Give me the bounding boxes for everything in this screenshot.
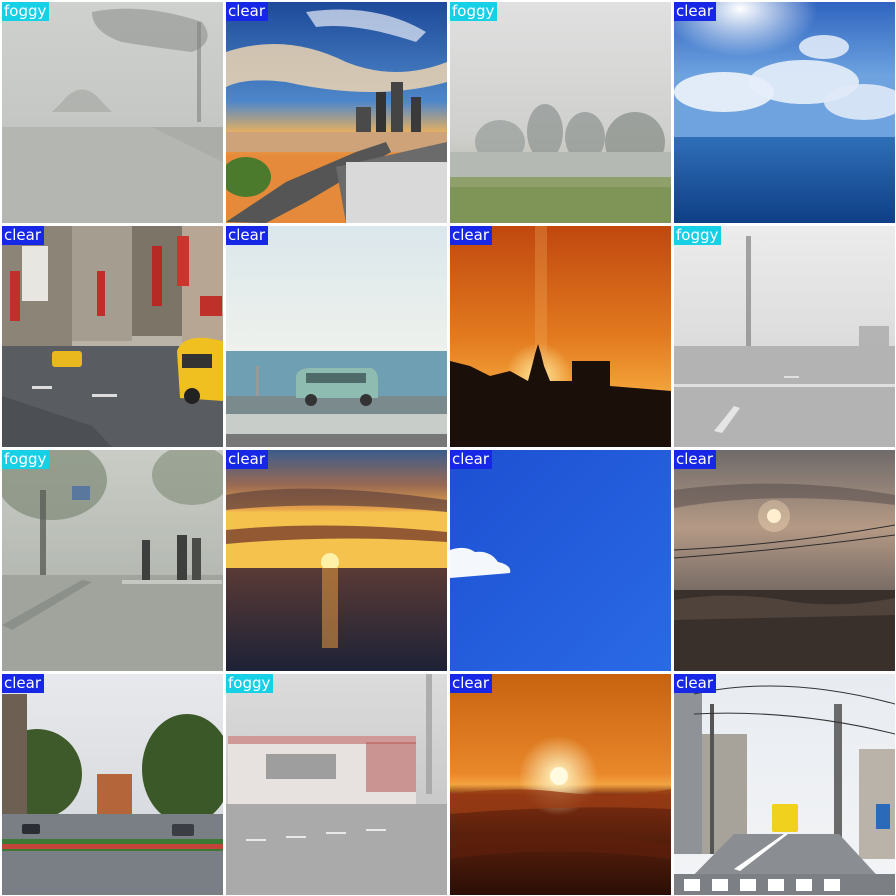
photo-foggy-tram	[226, 674, 447, 895]
photo-blue-sky-cloud	[450, 450, 671, 671]
tile-label: clear	[450, 450, 493, 469]
grid-tile: foggy	[2, 2, 223, 223]
photo-sunrise-above-clouds	[450, 674, 671, 895]
grid-tile: foggy	[2, 450, 223, 671]
grid-tile: foggy	[450, 2, 671, 223]
grid-tile: clear	[450, 450, 671, 671]
tile-label: clear	[226, 2, 269, 21]
grid-tile: clear	[2, 226, 223, 447]
grid-tile: clear	[450, 226, 671, 447]
tile-label: clear	[450, 674, 493, 693]
grid-tile: foggy	[674, 226, 895, 447]
tile-label: clear	[226, 226, 269, 245]
tile-label: foggy	[450, 2, 498, 21]
photo-chinatown-street-taxi	[2, 226, 223, 447]
photo-ocean-sun-clouds	[674, 2, 895, 223]
tile-label: clear	[226, 450, 269, 469]
photo-hazy-sun-powerlines	[674, 450, 895, 671]
tile-label: clear	[450, 226, 493, 245]
grid-tile: clear	[674, 2, 895, 223]
image-grid: foggy clear foggy clear clear clear clea…	[0, 0, 896, 896]
grid-tile: clear	[226, 2, 447, 223]
photo-japanese-street-bus	[674, 674, 895, 895]
photo-foggy-field-trees	[450, 2, 671, 223]
tile-label: clear	[2, 226, 45, 245]
photo-sunset-over-sea	[226, 450, 447, 671]
grid-tile: clear	[674, 450, 895, 671]
photo-sunset-silhouette-church	[450, 226, 671, 447]
photo-city-skyline-sunset	[226, 2, 447, 223]
photo-foggy-street-trees	[2, 2, 223, 223]
photo-foggy-crosswalk-people	[2, 450, 223, 671]
tile-label: clear	[674, 674, 717, 693]
photo-seaside-van	[226, 226, 447, 447]
tile-label: clear	[674, 450, 717, 469]
grid-tile: clear	[450, 674, 671, 895]
grid-tile: clear	[226, 450, 447, 671]
photo-boulevard-trees	[2, 674, 223, 895]
grid-tile: clear	[674, 674, 895, 895]
tile-label: foggy	[2, 450, 50, 469]
grid-tile: clear	[2, 674, 223, 895]
tile-label: clear	[674, 2, 717, 21]
tile-label: clear	[2, 674, 45, 693]
grid-tile: clear	[226, 226, 447, 447]
grid-tile: foggy	[226, 674, 447, 895]
tile-label: foggy	[2, 2, 50, 21]
photo-foggy-road-pole	[674, 226, 895, 447]
tile-label: foggy	[226, 674, 274, 693]
tile-label: foggy	[674, 226, 722, 245]
